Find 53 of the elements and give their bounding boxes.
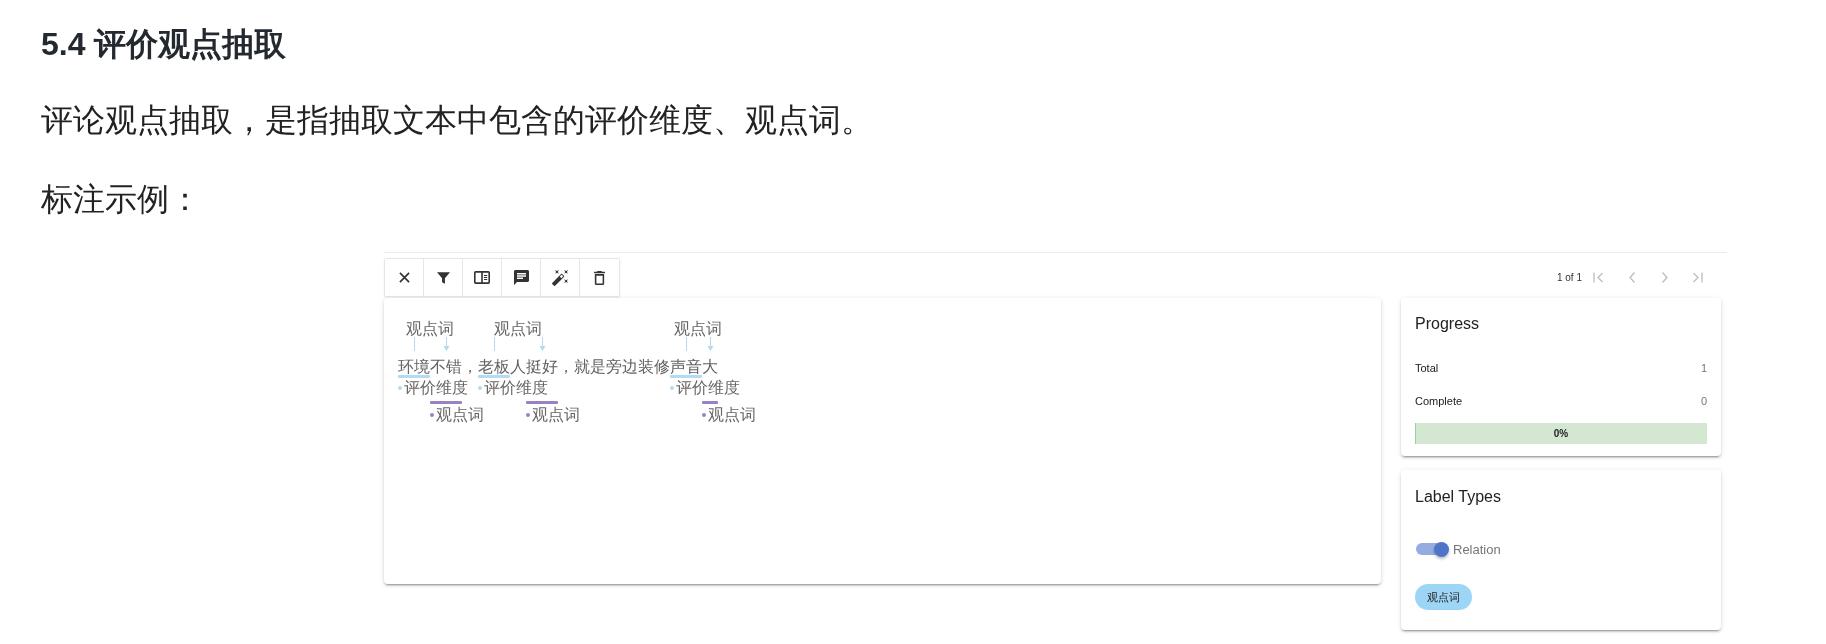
split-panel-icon bbox=[474, 271, 490, 284]
close-icon bbox=[398, 272, 410, 283]
delete-button[interactable] bbox=[580, 259, 619, 296]
card-title: Progress bbox=[1415, 314, 1480, 334]
section-heading: 5.4 评价观点抽取 bbox=[41, 25, 287, 63]
page-counter: 1 of 1 bbox=[1556, 272, 1582, 283]
entity-text: 大 bbox=[702, 356, 718, 375]
sentence-text: 人 bbox=[510, 356, 526, 375]
entity-text: 挺好 bbox=[526, 356, 558, 375]
entity-label: 评价维度 bbox=[404, 379, 468, 396]
entity-label: 观点词 bbox=[532, 407, 580, 423]
entity-text: 不错 bbox=[430, 356, 462, 375]
toggle-label: Relation bbox=[1453, 541, 1501, 557]
relation-label: 观点词 bbox=[674, 321, 722, 337]
stat-value: 0 bbox=[1700, 394, 1707, 407]
filter-button[interactable] bbox=[424, 259, 463, 296]
relation-label: 观点词 bbox=[406, 321, 454, 337]
paragraph: 标注示例： bbox=[41, 180, 201, 218]
chevron-left-icon bbox=[1628, 272, 1635, 283]
entity-label: 观点词 bbox=[708, 407, 756, 423]
stat-value: 1 bbox=[1700, 361, 1707, 374]
last-page-icon bbox=[1692, 272, 1703, 283]
relation-label: 观点词 bbox=[494, 321, 542, 337]
stat-label: Complete bbox=[1415, 394, 1463, 407]
comment-button[interactable] bbox=[502, 259, 541, 296]
card-title: Label Types bbox=[1415, 487, 1501, 507]
entity-text: 环境 bbox=[398, 356, 430, 375]
relation-line bbox=[493, 337, 495, 351]
relation-arrow bbox=[442, 337, 450, 351]
relation-arrow bbox=[538, 337, 546, 351]
sentence-text: ，就是旁边装修 bbox=[558, 356, 670, 375]
chevron-right-icon bbox=[1661, 272, 1668, 283]
progress-percent: 0% bbox=[1553, 428, 1569, 439]
panel-button[interactable] bbox=[463, 259, 502, 296]
relation-line bbox=[413, 337, 415, 351]
filter-icon bbox=[436, 271, 450, 284]
first-page-icon bbox=[1593, 272, 1604, 283]
sentence-text: ， bbox=[462, 356, 478, 375]
auto-label-button[interactable] bbox=[541, 259, 580, 296]
entity-label: 评价维度 bbox=[484, 379, 548, 396]
trash-icon bbox=[594, 270, 605, 285]
entity-text: 老板 bbox=[478, 356, 510, 375]
comment-icon bbox=[513, 270, 529, 285]
entity-text: 声音 bbox=[670, 356, 702, 375]
relation-line bbox=[685, 337, 687, 351]
close-button[interactable] bbox=[385, 259, 424, 296]
entity-label: 评价维度 bbox=[676, 379, 740, 396]
entity-label: 观点词 bbox=[436, 407, 484, 423]
label-chip[interactable]: 观点词 bbox=[1415, 584, 1472, 610]
magic-wand-icon bbox=[552, 269, 568, 286]
stat-label: Total bbox=[1415, 361, 1439, 374]
paragraph: 评论观点抽取，是指抽取文本中包含的评价维度、观点词。 bbox=[41, 101, 873, 139]
relation-arrow bbox=[706, 337, 714, 351]
